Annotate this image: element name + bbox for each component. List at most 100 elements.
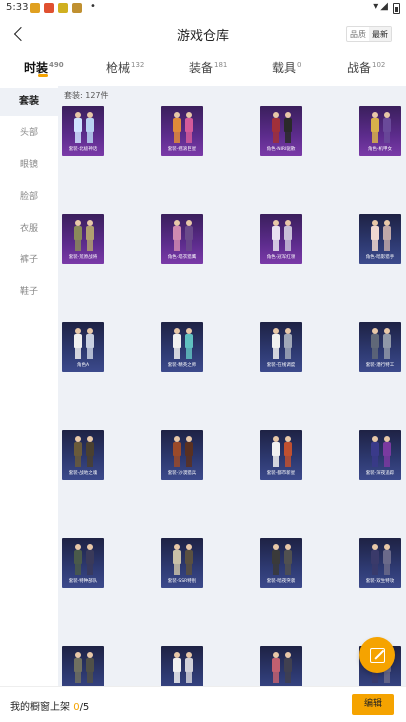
outfit-thumbnail bbox=[367, 112, 393, 144]
outfit-thumbnail bbox=[268, 328, 294, 360]
outfit-label: 套装-都市新星 bbox=[266, 471, 296, 476]
outfit-item[interactable]: 套装-都市新星 bbox=[260, 430, 302, 480]
outfit-thumbnail bbox=[367, 544, 393, 576]
outfit-label: 套装-深夜追踪 bbox=[365, 471, 395, 476]
outfit-item[interactable]: 角色-暗影猎手 bbox=[359, 214, 401, 264]
outfit-thumbnail bbox=[169, 544, 195, 576]
outfit-thumbnail bbox=[169, 328, 195, 360]
outfit-item[interactable]: 套装-SSR特别 bbox=[161, 538, 203, 588]
outfit-label: 套装-北极神话 bbox=[68, 147, 98, 152]
status-bar: 5:33 • ▾◢ bbox=[0, 0, 406, 16]
outfit-label: 角色-NIRI驱散 bbox=[266, 147, 296, 152]
outfit-thumbnail bbox=[367, 220, 393, 252]
outfit-item[interactable]: 套装-摇滚巨星 bbox=[161, 106, 203, 156]
back-arrow-icon[interactable] bbox=[10, 24, 28, 44]
notification-icon bbox=[58, 3, 68, 13]
outfit-thumbnail bbox=[169, 112, 195, 144]
outfit-thumbnail bbox=[70, 112, 96, 144]
item-count: 套装: 127件 bbox=[64, 91, 109, 100]
sidebar-item-suits[interactable]: 套装 bbox=[0, 88, 58, 116]
outfit-item[interactable] bbox=[260, 646, 302, 686]
notification-icon bbox=[44, 3, 54, 13]
outfit-item[interactable]: 套装-暗夜突袭 bbox=[260, 538, 302, 588]
outfit-thumbnail bbox=[268, 436, 294, 468]
share-button[interactable] bbox=[359, 637, 395, 673]
outfit-label: 套装-精英之师 bbox=[167, 363, 197, 368]
outfit-item[interactable]: 套装-双生特攻 bbox=[359, 538, 401, 588]
tab-vehicles[interactable]: 载具0 bbox=[272, 59, 301, 76]
header: 游戏仓库 品质 最新 bbox=[0, 16, 406, 52]
outfit-thumbnail bbox=[268, 220, 294, 252]
outfit-item[interactable]: 套装-在线调度 bbox=[260, 322, 302, 372]
outfit-item[interactable]: 角色-冠军红领 bbox=[260, 214, 302, 264]
outfit-label: 套装-沙漠猎兵 bbox=[167, 471, 197, 476]
sidebar-item-clothes[interactable]: 衣服 bbox=[0, 215, 58, 243]
outfit-label: 角色-冠军红领 bbox=[266, 255, 296, 260]
outfit-thumbnail bbox=[169, 436, 195, 468]
outfit-item[interactable]: 套装-潜行特工 bbox=[359, 322, 401, 372]
outfit-item[interactable]: 角色-NIRI驱散 bbox=[260, 106, 302, 156]
outfit-thumbnail bbox=[169, 652, 195, 684]
outfit-thumbnail bbox=[70, 652, 96, 684]
tab-combat-supplies[interactable]: 战备102 bbox=[347, 59, 385, 76]
outfit-item[interactable]: 角色-塔衣猎鹰 bbox=[161, 214, 203, 264]
outfit-label: 套装-战地之魂 bbox=[68, 471, 98, 476]
outfit-item[interactable]: 套装-战地之魂 bbox=[62, 430, 104, 480]
outfit-thumbnail bbox=[70, 544, 96, 576]
outfit-label: 套装-SSR特别 bbox=[167, 579, 197, 584]
outfit-item[interactable]: 套装-沙漠猎兵 bbox=[161, 430, 203, 480]
outfit-thumbnail bbox=[268, 544, 294, 576]
battery-icon bbox=[393, 3, 400, 14]
notification-icon bbox=[30, 3, 40, 13]
outfit-item[interactable]: 套装-深夜追踪 bbox=[359, 430, 401, 480]
sidebar-item-head[interactable]: 头部 bbox=[0, 119, 58, 147]
bottom-bar: 我的橱窗上架 0/5 编辑 bbox=[0, 686, 406, 722]
outfit-thumbnail bbox=[268, 652, 294, 684]
outfit-thumbnail bbox=[367, 436, 393, 468]
sidebar-item-shoes[interactable]: 鞋子 bbox=[0, 278, 58, 306]
active-tab-indicator bbox=[38, 74, 48, 77]
wifi-signal-icon: ▾◢ bbox=[373, 1, 390, 12]
outfit-item[interactable]: 角色A bbox=[62, 322, 104, 372]
outfit-item[interactable]: 套装-北极神话 bbox=[62, 106, 104, 156]
outfit-thumbnail bbox=[268, 112, 294, 144]
outfit-label: 角色-暗影猎手 bbox=[365, 255, 395, 260]
outfit-label: 角色A bbox=[76, 363, 90, 368]
showcase-status: 我的橱窗上架 0/5 bbox=[10, 702, 90, 713]
sidebar-item-face[interactable]: 脸部 bbox=[0, 183, 58, 211]
subcategory-sidebar: 套装 头部 眼镜 脸部 衣服 裤子 鞋子 bbox=[0, 86, 58, 686]
status-more: • bbox=[90, 1, 96, 12]
notification-icon bbox=[72, 3, 82, 13]
outfit-label: 套装-特种部队 bbox=[68, 579, 98, 584]
outfit-item[interactable] bbox=[62, 646, 104, 686]
outfit-item[interactable] bbox=[161, 646, 203, 686]
outfit-label: 套装-双生特攻 bbox=[365, 579, 395, 584]
outfit-label: 套装-暗夜突袭 bbox=[266, 579, 296, 584]
tab-equipment[interactable]: 装备181 bbox=[189, 59, 227, 76]
outfit-label: 角色-机甲女 bbox=[367, 147, 393, 152]
outfit-item[interactable]: 套装-特种部队 bbox=[62, 538, 104, 588]
outfit-item[interactable]: 套装-荒原战将 bbox=[62, 214, 104, 264]
outfit-label: 套装-潜行特工 bbox=[365, 363, 395, 368]
sidebar-item-glasses[interactable]: 眼镜 bbox=[0, 151, 58, 179]
outfit-item[interactable]: 角色-机甲女 bbox=[359, 106, 401, 156]
outfit-item[interactable]: 套装-精英之师 bbox=[161, 322, 203, 372]
outfit-thumbnail bbox=[70, 328, 96, 360]
sort-toggle: 品质 最新 bbox=[346, 26, 392, 42]
category-tabs: 时装490 枪械132 装备181 载具0 战备102 bbox=[0, 52, 406, 86]
sidebar-item-pants[interactable]: 裤子 bbox=[0, 246, 58, 274]
outfit-label: 套装-荒原战将 bbox=[68, 255, 98, 260]
item-grid: 套装: 127件 套装-北极神话 套装-摇滚巨星 角色-NIRI驱散 角色-机甲女 套装… bbox=[58, 86, 406, 686]
outfit-thumbnail bbox=[367, 328, 393, 360]
outfit-thumbnail bbox=[70, 220, 96, 252]
outfit-label: 套装-摇滚巨星 bbox=[167, 147, 197, 152]
sort-option-latest[interactable]: 最新 bbox=[369, 27, 391, 41]
outfit-label: 角色-塔衣猎鹰 bbox=[167, 255, 197, 260]
tab-guns[interactable]: 枪械132 bbox=[106, 59, 144, 76]
outfit-thumbnail bbox=[70, 436, 96, 468]
outfit-label: 套装-在线调度 bbox=[266, 363, 296, 368]
sort-option-quality[interactable]: 品质 bbox=[347, 27, 369, 41]
status-time: 5:33 bbox=[6, 2, 29, 13]
edit-button[interactable]: 编辑 bbox=[352, 694, 394, 715]
outfit-thumbnail bbox=[169, 220, 195, 252]
